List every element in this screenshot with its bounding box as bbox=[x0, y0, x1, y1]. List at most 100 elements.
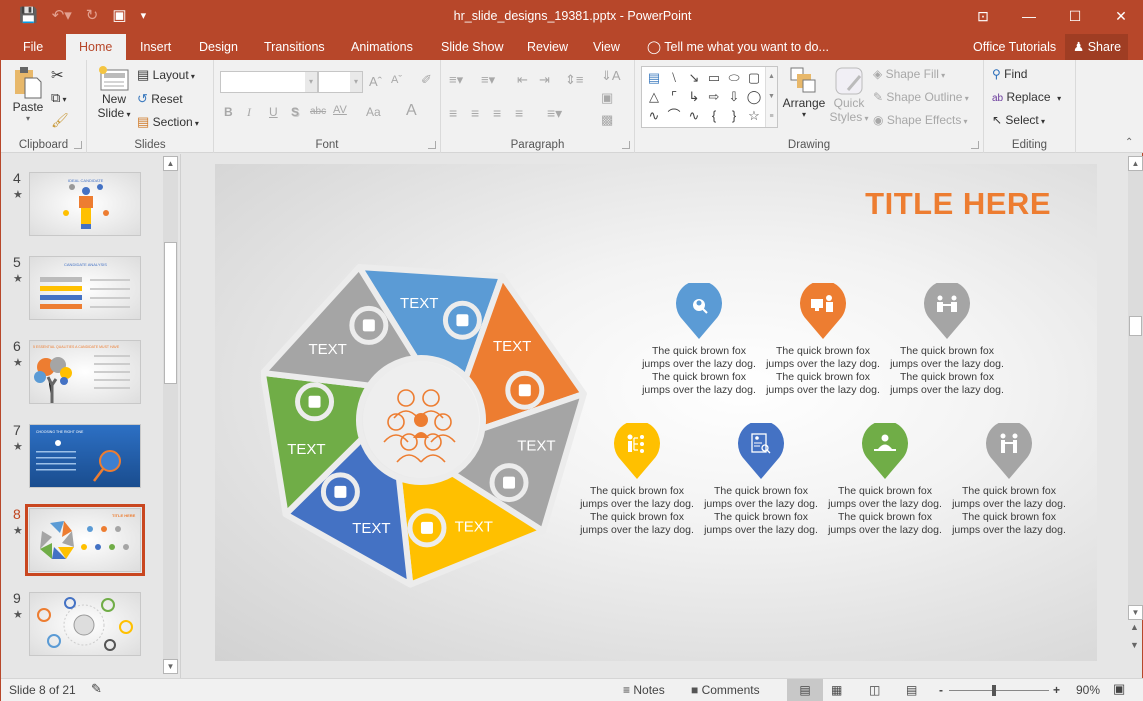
shrink-font-icon[interactable]: Aˇ bbox=[391, 74, 402, 86]
scroll-thumb[interactable] bbox=[164, 242, 177, 384]
italic-button[interactable]: I bbox=[247, 105, 251, 120]
scribble-shape-icon[interactable]: ∿ bbox=[644, 106, 664, 125]
office-tutorials-link[interactable]: Office Tutorials bbox=[973, 34, 1056, 60]
arc-shape-icon[interactable]: ⌒ bbox=[664, 106, 684, 125]
replace-button[interactable]: ab Replace ▾ bbox=[992, 90, 1061, 104]
slide-canvas[interactable]: TITLE HERE TEXT TEXT TEXT TEXT TEXT TEXT TEXT bbox=[215, 164, 1097, 661]
tab-view[interactable]: View bbox=[581, 34, 632, 60]
elbow-arrow-shape-icon[interactable]: ↳ bbox=[684, 87, 704, 106]
next-slide-icon[interactable]: ▼ bbox=[1130, 640, 1139, 650]
font-name-box[interactable]: ▾ bbox=[220, 71, 318, 93]
find-button[interactable]: ⚲ Find bbox=[992, 67, 1027, 81]
tab-transitions[interactable]: Transitions bbox=[252, 34, 337, 60]
slide-thumbnail[interactable]: 5 ESSENTIAL QUALITIES A CANDIDATE MUST H… bbox=[29, 340, 141, 404]
left-brace-shape-icon[interactable]: { bbox=[704, 106, 724, 125]
textbox-shape-icon[interactable]: ▤ bbox=[644, 68, 664, 87]
slide-thumbnail[interactable]: CHOOSING THE RIGHT ONE bbox=[29, 424, 141, 488]
collapse-ribbon-icon[interactable]: ⌃ bbox=[1125, 137, 1133, 148]
smartart-icon[interactable]: ▩ bbox=[601, 112, 613, 128]
change-case-button[interactable]: Aa bbox=[366, 105, 381, 119]
rounded-rectangle-shape-icon[interactable]: ▢ bbox=[744, 68, 764, 87]
ribbon-display-options-icon[interactable]: ⊡ bbox=[960, 0, 1006, 32]
scroll-up-button[interactable]: ▲ bbox=[1128, 156, 1143, 171]
close-icon[interactable]: ✕ bbox=[1098, 0, 1143, 32]
zoom-slider[interactable] bbox=[949, 685, 1049, 696]
justify-icon[interactable]: ≡ bbox=[515, 105, 523, 121]
select-button[interactable]: ↖ Select ▾ bbox=[992, 113, 1045, 127]
scroll-thumb[interactable] bbox=[1129, 316, 1142, 336]
font-size-dropdown-icon[interactable]: ▾ bbox=[350, 72, 362, 92]
right-brace-shape-icon[interactable]: } bbox=[724, 106, 744, 125]
reset-button[interactable]: ↺ Reset bbox=[137, 91, 183, 107]
paste-button[interactable]: Paste ▾ bbox=[11, 66, 45, 123]
copy-icon[interactable]: ⧉ ▾ bbox=[51, 90, 67, 106]
slide-thumbnail-pane[interactable]: 4 ★ IDEAL CANDIDATE 5 ★ CANDIDATE ANALYS… bbox=[1, 154, 181, 678]
clipboard-launcher-icon[interactable] bbox=[74, 141, 82, 149]
slide-thumbnail[interactable]: IDEAL CANDIDATE bbox=[29, 172, 141, 236]
curve-shape-icon[interactable]: ∿ bbox=[684, 106, 704, 125]
strikethrough-button[interactable]: abc bbox=[310, 106, 326, 117]
new-slide-button[interactable]: New Slide ▾ bbox=[95, 66, 133, 120]
decrease-indent-icon[interactable]: ⇤ bbox=[517, 72, 528, 88]
font-size-box[interactable]: ▾ bbox=[318, 71, 363, 93]
slide-show-button[interactable]: ▤ bbox=[906, 683, 917, 697]
shapes-gallery-scroll[interactable]: ▲ ▼ ≡ bbox=[765, 67, 777, 127]
grow-font-icon[interactable]: Aˆ bbox=[369, 74, 382, 89]
quick-styles-button[interactable]: Quick Styles ▾ bbox=[829, 66, 869, 124]
drawing-launcher-icon[interactable] bbox=[971, 141, 979, 149]
freeform-shape-icon[interactable]: ◯ bbox=[744, 87, 764, 106]
reading-view-button[interactable]: ◫ bbox=[869, 683, 880, 697]
notes-button[interactable]: ≡ Notes bbox=[623, 683, 665, 697]
character-spacing-button[interactable]: AV bbox=[333, 104, 347, 116]
numbering-icon[interactable]: ≡▾ bbox=[481, 72, 495, 88]
arrange-button[interactable]: Arrange ▾ bbox=[781, 66, 827, 119]
slide-scrollbar[interactable]: ▲ ▼ bbox=[1128, 156, 1143, 620]
star-shape-icon[interactable]: ☆ bbox=[744, 106, 764, 125]
text-direction-icon[interactable]: ⇓A bbox=[601, 68, 621, 84]
tab-home[interactable]: Home bbox=[66, 34, 126, 60]
triangle-shape-icon[interactable]: △ bbox=[644, 87, 664, 106]
thumbnail-scrollbar[interactable]: ▲ ▼ bbox=[163, 156, 178, 674]
slide-title[interactable]: TITLE HERE bbox=[865, 186, 1051, 222]
minimize-icon[interactable]: — bbox=[1006, 0, 1052, 32]
tab-animations[interactable]: Animations bbox=[339, 34, 425, 60]
oval-shape-icon[interactable]: ⬭ bbox=[724, 68, 744, 87]
slide-thumbnail[interactable]: TITLE HERE bbox=[25, 504, 145, 576]
layout-button[interactable]: ▤ Layout ▾ bbox=[137, 67, 195, 83]
elbow-connector-shape-icon[interactable]: ⌜ bbox=[664, 87, 684, 106]
zoom-in-button[interactable]: + bbox=[1053, 683, 1060, 697]
slide-sorter-button[interactable]: ▦ bbox=[831, 683, 842, 697]
normal-view-button[interactable]: ▤ bbox=[787, 679, 823, 701]
shape-effects-button[interactable]: ◉ Shape Effects ▾ bbox=[873, 113, 968, 127]
comments-button[interactable]: ■ Comments bbox=[691, 683, 760, 697]
scroll-down-button[interactable]: ▼ bbox=[1128, 605, 1143, 620]
font-name-dropdown-icon[interactable]: ▾ bbox=[305, 72, 317, 92]
shape-outline-button[interactable]: ✎ Shape Outline ▾ bbox=[873, 90, 969, 104]
format-painter-icon[interactable]: 🖌 bbox=[51, 112, 69, 129]
tell-me-box[interactable]: ◯ Tell me what you want to do... bbox=[647, 34, 829, 60]
increase-indent-icon[interactable]: ⇥ bbox=[539, 72, 550, 88]
zoom-out-button[interactable]: - bbox=[939, 683, 943, 697]
shadow-button[interactable]: S bbox=[291, 105, 299, 119]
arrow-line-shape-icon[interactable]: ↘ bbox=[684, 68, 704, 87]
tab-slide-show[interactable]: Slide Show bbox=[429, 34, 516, 60]
underline-button[interactable]: U bbox=[269, 105, 278, 119]
align-text-icon[interactable]: ▣ bbox=[601, 90, 613, 106]
previous-slide-icon[interactable]: ▲ bbox=[1130, 622, 1139, 632]
spelling-check-icon[interactable]: ✎ bbox=[91, 681, 102, 697]
align-center-icon[interactable]: ≡ bbox=[471, 105, 479, 121]
maximize-icon[interactable]: ☐ bbox=[1052, 0, 1098, 32]
fit-slide-icon[interactable]: ▣ bbox=[1113, 681, 1125, 697]
slide-thumbnail[interactable] bbox=[29, 592, 141, 656]
line-spacing-icon[interactable]: ⇕≡ bbox=[565, 72, 583, 88]
right-arrow-shape-icon[interactable]: ⇨ bbox=[704, 87, 724, 106]
paragraph-launcher-icon[interactable] bbox=[622, 141, 630, 149]
bold-button[interactable]: B bbox=[224, 105, 233, 119]
tab-review[interactable]: Review bbox=[515, 34, 580, 60]
clear-formatting-icon[interactable]: ✐ bbox=[421, 72, 432, 88]
scroll-down-button[interactable]: ▼ bbox=[163, 659, 178, 674]
line-shape-icon[interactable]: ⧵ bbox=[664, 68, 684, 87]
shape-fill-button[interactable]: ◈ Shape Fill ▾ bbox=[873, 67, 945, 81]
tab-design[interactable]: Design bbox=[187, 34, 250, 60]
cut-icon[interactable]: ✂ bbox=[51, 66, 64, 84]
